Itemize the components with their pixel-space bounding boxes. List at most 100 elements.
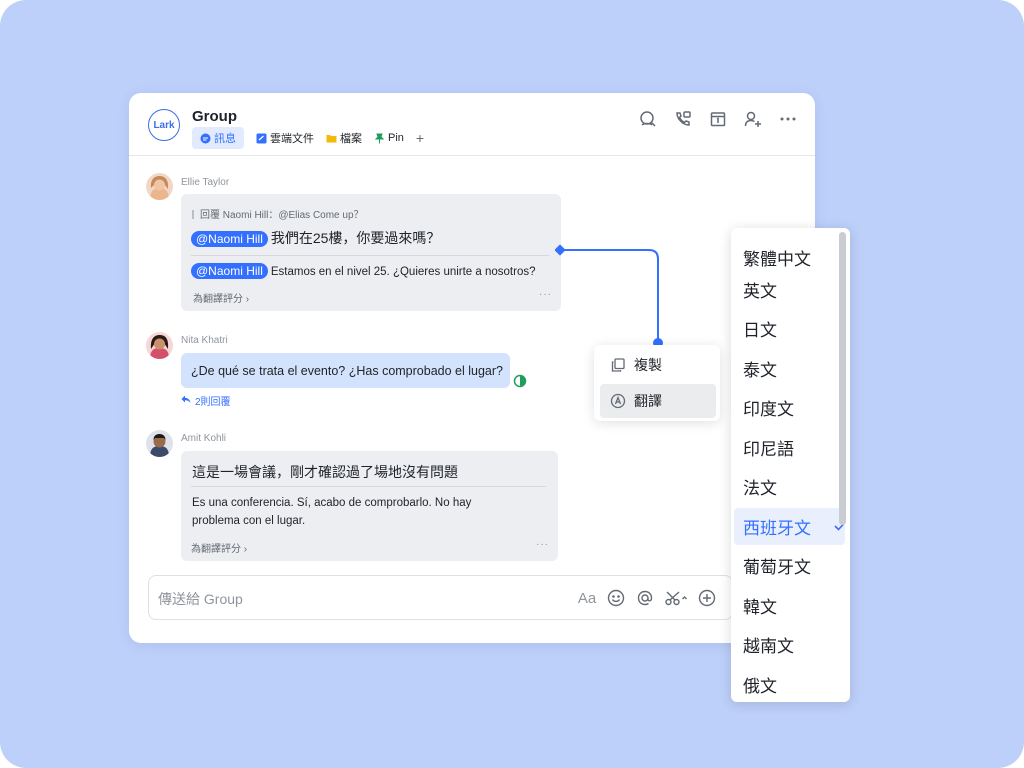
sender-name: Ellie Taylor (181, 177, 230, 188)
message-bubble[interactable]: ¿De qué se trata el evento? ¿Has comprob… (181, 353, 510, 388)
language-label: 越南文 (743, 637, 794, 656)
text-format-icon[interactable]: Aa (576, 587, 598, 609)
chat-bubble-icon (200, 133, 211, 144)
language-option[interactable]: 日文 (731, 310, 850, 347)
composer-placeholder: 傳送給 Group (158, 591, 243, 607)
doc-icon (256, 133, 267, 144)
more-icon[interactable] (775, 106, 801, 132)
message-body: 我們在25樓，你要過來嗎？ (270, 230, 441, 246)
language-label: 葡萄牙文 (743, 558, 811, 577)
tab-files[interactable]: 檔案 (326, 127, 362, 149)
rate-label: 為翻譯評分 (191, 544, 241, 555)
language-label: 繁體中文 (743, 250, 811, 269)
message-text: @Naomi Hill 我們在25樓，你要過來嗎？ (191, 228, 440, 248)
translation-body: Estamos en el nivel 25. ¿Quieres unirte … (270, 266, 536, 278)
language-label: 英文 (743, 282, 777, 301)
screenshot-icon[interactable] (663, 587, 689, 609)
divider (191, 486, 546, 487)
tab-docs[interactable]: 雲端文件 (256, 127, 314, 149)
language-label: 西班牙文 (743, 519, 811, 538)
rate-label: 為翻譯評分 (193, 294, 243, 305)
language-label: 印度文 (743, 400, 794, 419)
scrollbar-thumb[interactable] (839, 232, 846, 525)
chat-tabs: 訊息 雲端文件 檔案 Pin + (192, 127, 436, 149)
language-label: 日文 (743, 321, 777, 340)
header-actions (626, 106, 801, 132)
language-option[interactable]: 俄文 (731, 666, 850, 703)
pin-icon (374, 133, 385, 144)
sender-name: Amit Kohli (181, 433, 227, 444)
mention-icon[interactable] (634, 587, 656, 609)
reply-quote: 回覆 Naomi Hill：@Elias Come up？ (192, 206, 364, 221)
divider (191, 255, 549, 256)
language-option[interactable]: 泰文 (731, 350, 850, 387)
rate-translation-link[interactable]: 為翻譯評分 › (193, 290, 249, 305)
message-bubble[interactable]: 這是一場會議，剛才確認過了場地沒有問題 Es una conferencia. … (181, 451, 558, 561)
language-option[interactable]: 印度文 (731, 389, 850, 426)
add-tab-button[interactable]: + (416, 127, 424, 149)
menu-item-translate[interactable]: 翻譯 (600, 384, 716, 418)
language-option[interactable]: 韓文 (731, 587, 850, 624)
tab-label: 訊息 (214, 133, 236, 145)
more-icon[interactable]: ··· (536, 539, 549, 550)
composer-toolbar: Aa (576, 587, 725, 609)
menu-item-label: 複製 (634, 357, 662, 373)
translation-text: Es una conferencia. Sí, acabo de comprob… (192, 497, 472, 509)
copy-icon (610, 357, 626, 373)
plus-icon: + (415, 130, 425, 146)
translate-icon (610, 393, 626, 409)
language-option[interactable]: 法文 (731, 468, 850, 505)
language-picker: 繁體中文 英文 日文 泰文 印度文 印尼語 法文 西班牙文 葡萄牙文 韓文 越南… (731, 228, 850, 702)
connector-line (555, 244, 663, 348)
rate-translation-link[interactable]: 為翻譯評分 › (191, 540, 247, 555)
tab-label: 雲端文件 (270, 133, 314, 145)
lark-logo: Lark (148, 109, 180, 141)
message-text: 這是一場會議，剛才確認過了場地沒有問題 (192, 464, 458, 480)
emoji-icon[interactable] (605, 587, 627, 609)
tab-label: 檔案 (340, 133, 362, 145)
add-member-icon[interactable] (740, 106, 766, 132)
calendar-icon[interactable] (705, 106, 731, 132)
translation-text: @Naomi Hill Estamos en el nivel 25. ¿Quie… (191, 263, 536, 279)
menu-item-copy[interactable]: 複製 (600, 348, 716, 382)
language-label: 泰文 (743, 361, 777, 380)
language-option[interactable]: 越南文 (731, 626, 850, 663)
avatar[interactable] (146, 332, 173, 359)
language-option[interactable]: 葡萄牙文 (731, 547, 850, 584)
chat-title: Group (192, 108, 237, 125)
backdrop: Lark Group 訊息 雲端文件 檔案 Pin + Ellie Taylor… (0, 0, 1024, 768)
avatar[interactable] (146, 173, 173, 200)
add-attachment-icon[interactable] (696, 587, 718, 609)
folder-icon (326, 133, 337, 144)
language-option[interactable]: 英文 (731, 271, 850, 308)
language-label: 俄文 (743, 677, 777, 696)
avatar[interactable] (146, 430, 173, 457)
message-composer[interactable]: 傳送給 Group Aa (148, 575, 733, 620)
reply-quote-text: 回覆 Naomi Hill：@Elias Come up？ (200, 210, 364, 221)
read-status-icon (513, 374, 527, 393)
tab-messages[interactable]: 訊息 (192, 127, 244, 149)
search-icon[interactable] (635, 106, 661, 132)
language-label: 法文 (743, 479, 777, 498)
video-call-icon[interactable] (670, 106, 696, 132)
message-text: ¿De qué se trata el evento? ¿Has comprob… (191, 364, 503, 378)
language-label: 韓文 (743, 598, 777, 617)
language-option[interactable]: 印尼語 (731, 429, 850, 466)
language-option-selected[interactable]: 西班牙文 (731, 508, 850, 545)
menu-item-label: 翻譯 (634, 393, 662, 409)
chat-header: Lark Group 訊息 雲端文件 檔案 Pin + (129, 93, 815, 156)
reply-arrow-icon (181, 395, 191, 407)
more-icon[interactable]: ··· (539, 289, 552, 300)
format-label: Aa (577, 589, 597, 607)
tab-pin[interactable]: Pin (374, 127, 404, 149)
message-bubble[interactable]: 回覆 Naomi Hill：@Elias Come up？ @Naomi Hil… (181, 194, 561, 311)
translation-text: problema con el lugar. (192, 515, 306, 527)
quote-bar (192, 210, 194, 219)
tab-label: Pin (388, 132, 404, 144)
context-menu: 複製 翻譯 (594, 345, 720, 421)
language-label: 印尼語 (743, 440, 794, 459)
sender-name: Nita Khatri (181, 335, 228, 346)
mention-tag[interactable]: @Naomi Hill (191, 231, 268, 247)
mention-tag[interactable]: @Naomi Hill (191, 263, 268, 279)
thread-replies-link[interactable]: 2則回覆 (181, 393, 231, 408)
